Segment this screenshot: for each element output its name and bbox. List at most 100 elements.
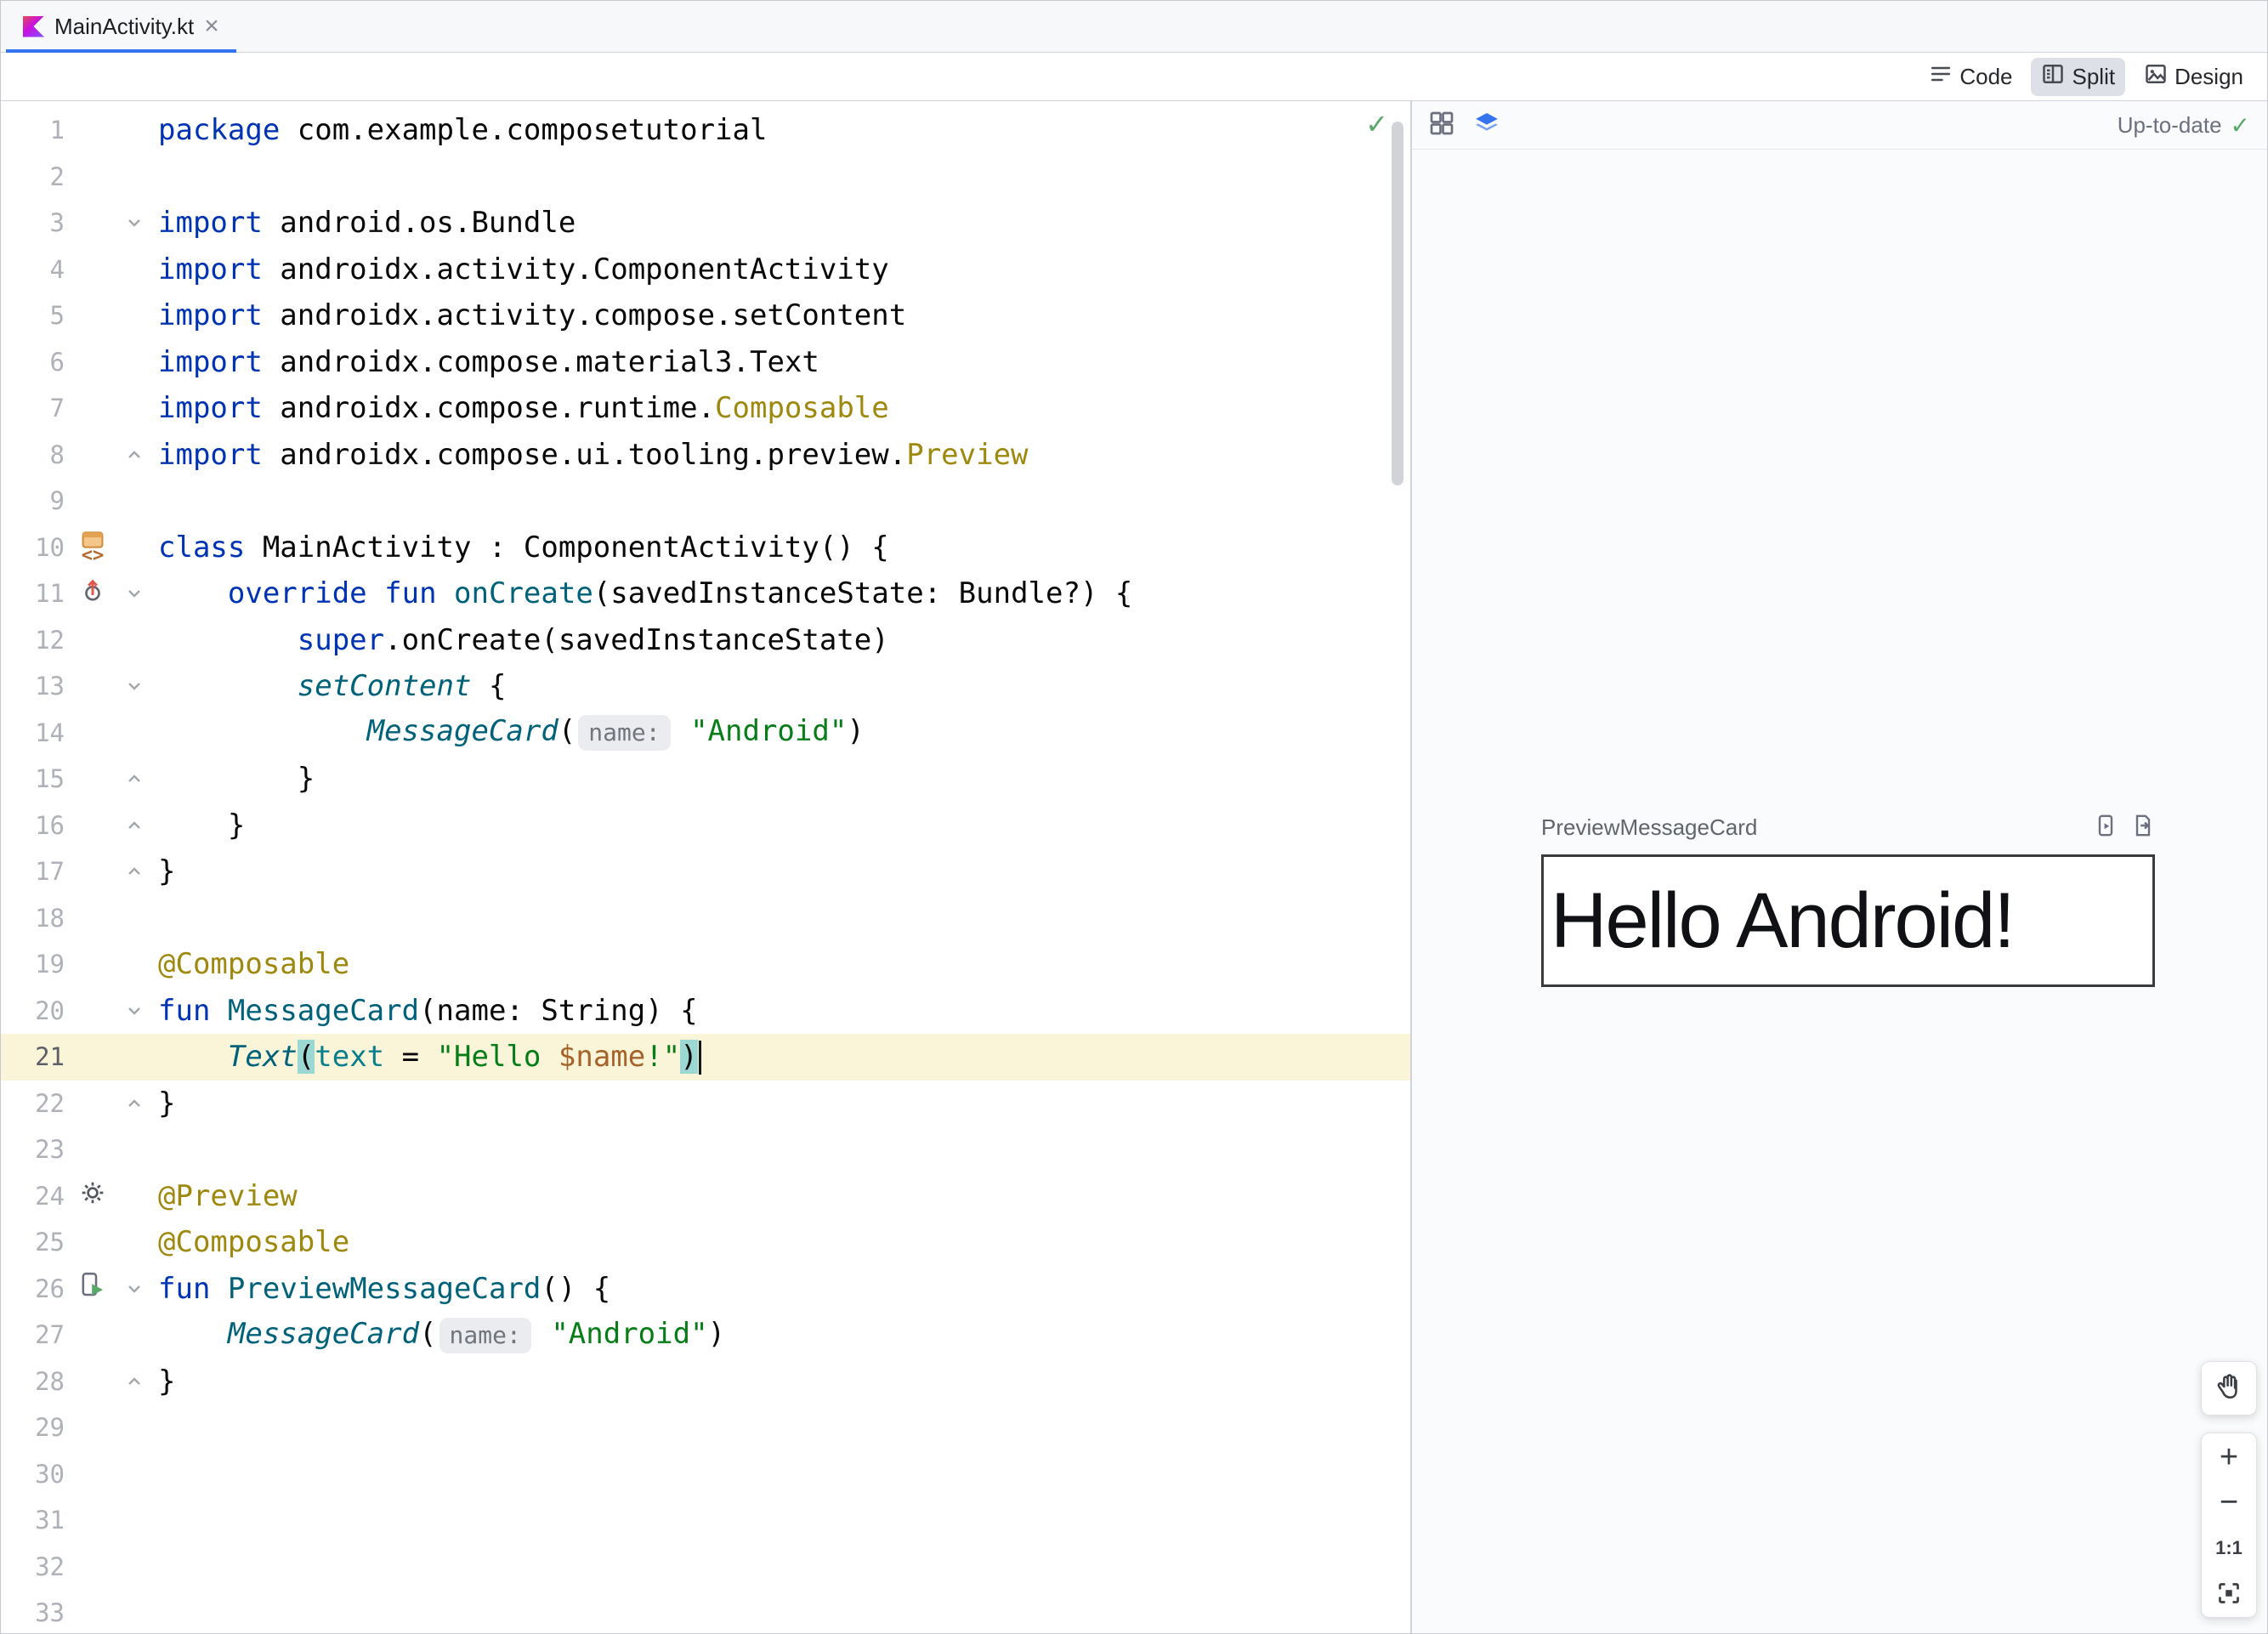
run-preview-icon[interactable] — [79, 1271, 106, 1306]
related-component-icon[interactable]: <> — [82, 531, 105, 565]
preview-item: PreviewMessageCard Hello Android! — [1541, 808, 2155, 987]
status-label: Up-to-date — [2117, 111, 2222, 138]
editor-split: 1 package com.example.composetutorial 2 3 im… — [1, 101, 2267, 1633]
code-line-25[interactable]: 25 @Composable — [1, 1219, 1410, 1266]
code-line-20[interactable]: 20 fun MessageCard(name: String) { — [1, 988, 1410, 1035]
line-number: 29 — [35, 1413, 65, 1443]
fold-slot[interactable] — [121, 1093, 158, 1114]
zoom-in-button[interactable]: + — [2202, 1435, 2256, 1480]
code-tag-icon[interactable]: <> — [82, 546, 105, 565]
preview-gallery-icon[interactable] — [1429, 111, 1454, 140]
code-line-31[interactable]: 31 — [1, 1497, 1410, 1544]
inspection-ok-icon[interactable]: ✓ — [1365, 108, 1388, 140]
gutter-icon-slot[interactable] — [65, 576, 121, 610]
editor-scrollbar-thumb[interactable] — [1392, 122, 1403, 485]
fold-marker-icon — [128, 1285, 140, 1293]
code-line-15[interactable]: 15 } — [1, 756, 1410, 803]
zoom-fit-button[interactable] — [2202, 1570, 2256, 1615]
tab-mainactivity[interactable]: MainActivity.kt × — [6, 1, 236, 53]
line-number: 5 — [49, 301, 65, 331]
code-line-2[interactable]: 2 — [1, 154, 1410, 201]
close-tab-icon[interactable]: × — [204, 14, 219, 39]
zoom-out-button[interactable]: − — [2202, 1480, 2256, 1525]
code-line-19[interactable]: 19 @Composable — [1, 941, 1410, 988]
gutter-icon-slot[interactable] — [65, 1271, 121, 1306]
fold-slot[interactable] — [121, 769, 158, 789]
code-line-17[interactable]: 17} — [1, 848, 1410, 895]
fold-marker-icon — [128, 1007, 140, 1015]
gutter-icon-slot[interactable] — [65, 1179, 121, 1213]
gutter-icon-slot[interactable]: <> — [65, 531, 121, 565]
code-line-11[interactable]: 11 override fun onCreate(savedInstanceSt… — [1, 570, 1410, 617]
code-text: } — [158, 762, 315, 797]
view-mode-design-button[interactable]: Design — [2134, 58, 2254, 96]
code-line-32[interactable]: 32 — [1, 1544, 1410, 1591]
code-line-8[interactable]: 8 import androidx.compose.ui.tooling.prev… — [1, 432, 1410, 479]
design-view-label: Design — [2174, 63, 2243, 89]
code-line-7[interactable]: 7 import androidx.compose.runtime.Composa… — [1, 385, 1410, 432]
code-line-3[interactable]: 3 import android.os.Bundle — [1, 200, 1410, 247]
fold-marker-icon — [128, 1099, 140, 1107]
preview-settings-gear-icon[interactable] — [80, 1179, 105, 1213]
code-line-4[interactable]: 4 import androidx.activity.ComponentActiv… — [1, 247, 1410, 293]
view-mode-split-button[interactable]: Split — [2031, 57, 2126, 96]
fold-slot[interactable] — [121, 861, 158, 882]
code-line-28[interactable]: 28} — [1, 1359, 1410, 1405]
fold-slot[interactable] — [121, 1279, 158, 1299]
line-number: 33 — [35, 1598, 65, 1628]
code-line-16[interactable]: 16 } — [1, 803, 1410, 849]
tab-title: MainActivity.kt — [54, 13, 195, 39]
zoom-actual-button[interactable]: 1:1 — [2202, 1525, 2256, 1570]
code-text: import androidx.compose.ui.tooling.previ… — [158, 437, 1029, 472]
fold-slot[interactable] — [121, 583, 158, 604]
line-number: 15 — [35, 764, 65, 794]
ui-check-layers-icon[interactable] — [1473, 110, 1500, 141]
code-line-30[interactable]: 30 — [1, 1451, 1410, 1498]
view-mode-code-button[interactable]: Code — [1919, 58, 2022, 96]
fold-marker-icon — [128, 219, 140, 227]
line-number: 28 — [35, 1366, 65, 1396]
text-caret — [698, 1041, 701, 1075]
preview-label-row: PreviewMessageCard — [1541, 808, 2155, 846]
code-line-1[interactable]: 1 package com.example.composetutorial — [1, 107, 1410, 154]
code-line-14[interactable]: 14 MessageCard(name: "Android") — [1, 710, 1410, 757]
code-line-26[interactable]: 26 fun PreviewMessageCard() { — [1, 1266, 1410, 1313]
fold-slot[interactable] — [121, 1371, 158, 1392]
run-on-device-icon[interactable] — [2131, 814, 2155, 842]
code-line-29[interactable]: 29 — [1, 1404, 1410, 1451]
line-number: 32 — [35, 1552, 65, 1581]
interactive-preview-icon[interactable] — [2094, 814, 2118, 842]
code-editor[interactable]: 1 package com.example.composetutorial 2 3 im… — [1, 101, 1412, 1633]
fold-marker-icon — [128, 590, 140, 598]
preview-frame[interactable]: Hello Android! — [1541, 854, 2155, 987]
code-line-10[interactable]: 10 <> class MainActivity : ComponentActivi… — [1, 525, 1410, 571]
design-view-icon — [2144, 62, 2168, 92]
code-text: fun MessageCard(name: String) { — [158, 993, 698, 1028]
code-line-18[interactable]: 18 — [1, 895, 1410, 942]
code-text: import androidx.activity.ComponentActivi… — [158, 252, 889, 287]
line-number: 10 — [35, 532, 65, 562]
code-line-12[interactable]: 12 super.onCreate(savedInstanceState) — [1, 617, 1410, 664]
code-line-6[interactable]: 6 import androidx.compose.material3.Text — [1, 339, 1410, 386]
code-line-22[interactable]: 22} — [1, 1081, 1410, 1127]
code-line-23[interactable]: 23 — [1, 1126, 1410, 1173]
line-number: 25 — [35, 1228, 65, 1257]
fold-slot[interactable] — [121, 1001, 158, 1021]
code-line-5[interactable]: 5 import androidx.activity.compose.setCon… — [1, 292, 1410, 339]
fold-slot[interactable] — [121, 445, 158, 465]
preview-canvas[interactable]: PreviewMessageCard Hello Android! + − 1:… — [1412, 150, 2267, 1633]
code-text: @Composable — [158, 1225, 350, 1260]
code-line-33[interactable]: 33 — [1, 1590, 1410, 1633]
code-line-24[interactable]: 24 @Preview — [1, 1173, 1410, 1220]
split-view-label: Split — [2072, 63, 2116, 89]
pan-tool-button[interactable] — [2201, 1361, 2257, 1416]
code-line-21[interactable]: 21 Text(text = "Hello $name!") — [1, 1034, 1410, 1081]
fold-slot[interactable] — [121, 213, 158, 233]
code-area: 1 package com.example.composetutorial 2 3 im… — [1, 107, 1410, 1633]
fold-slot[interactable] — [121, 815, 158, 836]
fold-slot[interactable] — [121, 676, 158, 696]
code-line-13[interactable]: 13 setContent { — [1, 663, 1410, 710]
override-method-icon[interactable] — [80, 576, 105, 610]
code-line-27[interactable]: 27 MessageCard(name: "Android") — [1, 1312, 1410, 1359]
code-line-9[interactable]: 9 — [1, 478, 1410, 525]
